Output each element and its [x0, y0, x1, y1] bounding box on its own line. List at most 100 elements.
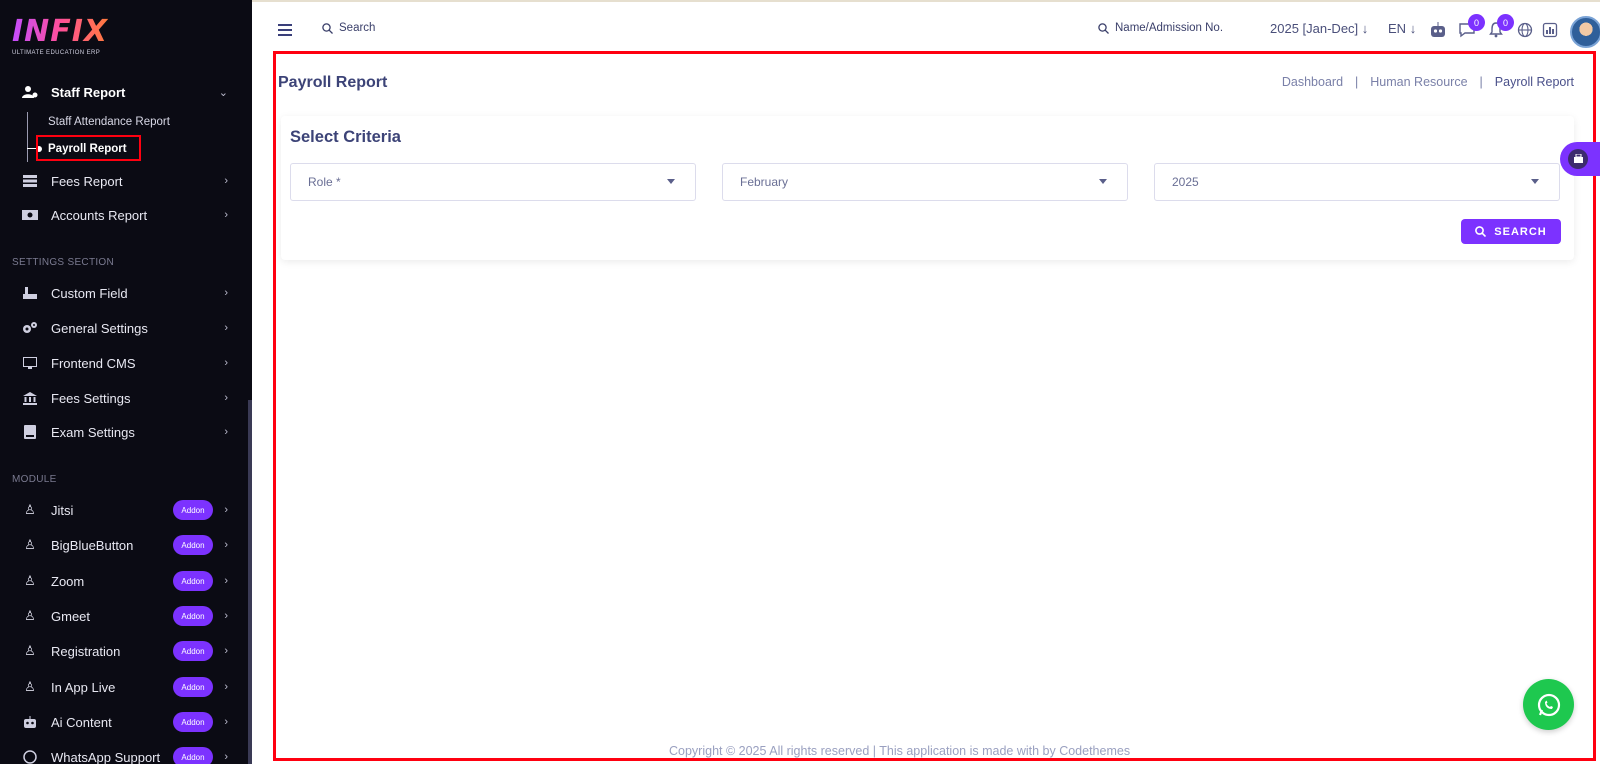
addon-badge: Addon [173, 535, 213, 555]
chevron-right-icon: › [224, 287, 228, 299]
addon-badge: Addon [173, 641, 213, 661]
sidebar-item-label: General Settings [51, 320, 148, 336]
addon-badge: Addon [173, 712, 213, 732]
search-icon [322, 22, 333, 34]
person-icon: ♙ [24, 608, 36, 623]
sidebar-item-fees-settings[interactable]: Fees Settings › [0, 383, 248, 413]
book-icon [22, 424, 38, 440]
chevron-right-icon: › [224, 716, 228, 728]
sidebar-item-frontend-cms[interactable]: Frontend CMS › [0, 348, 248, 378]
caret-down-icon [1099, 179, 1107, 184]
month-select[interactable]: February [722, 163, 1128, 201]
sidebar-item-label: Jitsi [51, 502, 74, 518]
sidebar-subitem-staff-attendance-report[interactable]: Staff Attendance Report [48, 116, 170, 128]
breadcrumb: Dashboard | Human Resource | Payroll Rep… [1282, 75, 1574, 89]
academic-year-value: 2025 [Jan-Dec] [1270, 21, 1359, 36]
person-icon: ♙ [24, 573, 36, 588]
addon-badge: Addon [173, 500, 213, 520]
module-section-title: MODULE [12, 474, 57, 485]
chevron-right-icon: › [224, 392, 228, 404]
sidebar-item-general-settings[interactable]: General Settings › [0, 313, 248, 343]
bank-icon [22, 390, 38, 406]
year-select-value: 2025 [1172, 175, 1199, 189]
robot-icon[interactable] [1428, 20, 1448, 40]
whatsapp-chat-button[interactable] [1523, 679, 1574, 730]
person-icon: ♙ [24, 679, 36, 694]
caret-down-icon [1531, 179, 1539, 184]
chevron-right-icon: › [224, 751, 228, 763]
whatsapp-icon [22, 749, 38, 764]
sidebar-item-label: BigBlueButton [51, 537, 134, 553]
sidebar-item-label: Staff Report [51, 84, 126, 100]
user-avatar[interactable] [1570, 16, 1600, 48]
arrow-down-icon: ↓ [1361, 21, 1369, 36]
sidebar-item-zoom[interactable]: ♙ Zoom Addon › [0, 566, 248, 596]
bell-icon[interactable]: 0 [1486, 14, 1514, 40]
academic-year-select[interactable]: 2025 [Jan-Dec] ↓ [1270, 21, 1368, 36]
chevron-right-icon: › [224, 610, 228, 622]
search-button[interactable]: Search [322, 22, 375, 34]
sidebar-item-custom-field[interactable]: Custom Field › [0, 278, 248, 308]
breadcrumb-human-resource[interactable]: Human Resource [1370, 75, 1467, 89]
sidebar: INFIX ULTIMATE EDUCATION ERP Staff Repor… [0, 0, 252, 764]
chevron-right-icon: › [224, 539, 228, 551]
sidebar-item-exam-settings[interactable]: Exam Settings › [0, 417, 248, 447]
breadcrumb-dashboard[interactable]: Dashboard [1282, 75, 1343, 89]
page-title: Payroll Report [278, 74, 388, 91]
sidebar-item-label: Frontend CMS [51, 355, 136, 371]
sidebar-item-label: Accounts Report [51, 207, 148, 223]
user-cog-icon [22, 84, 38, 100]
sidebar-scrollbar[interactable] [248, 400, 252, 764]
gears-icon [22, 320, 38, 336]
logo-subtitle: ULTIMATE EDUCATION ERP [12, 50, 101, 56]
addon-badge: Addon [173, 677, 213, 697]
globe-icon[interactable] [1515, 20, 1535, 40]
sidebar-subitem-payroll-report[interactable]: Payroll Report [48, 143, 127, 155]
criteria-title: Select Criteria [290, 128, 401, 146]
chat-icon[interactable]: 0 [1457, 14, 1485, 40]
search-icon [1475, 226, 1487, 237]
breadcrumb-separator: | [1479, 75, 1483, 89]
chevron-right-icon: › [224, 426, 228, 438]
year-select[interactable]: 2025 [1154, 163, 1560, 201]
logo-text: INFIX [12, 14, 109, 49]
sidebar-item-label: Gmeet [51, 608, 91, 624]
language-select[interactable]: EN ↓ [1388, 21, 1416, 36]
chevron-down-icon: ⌄ [218, 86, 228, 99]
whatsapp-icon [1537, 693, 1560, 716]
sidebar-item-jitsi[interactable]: ♙ Jitsi Addon › [0, 495, 248, 525]
search-button-criteria[interactable]: SEARCH [1461, 219, 1561, 244]
search-icon [1098, 22, 1109, 34]
addon-badge: Addon [173, 747, 213, 764]
sidebar-item-staff-report[interactable]: Staff Report ⌄ [0, 77, 248, 107]
sidebar-item-in-app-live[interactable]: ♙ In App Live Addon › [0, 672, 248, 702]
sidebar-item-label: WhatsApp Support [51, 749, 161, 764]
sidebar-item-gmeet[interactable]: ♙ Gmeet Addon › [0, 601, 248, 631]
caret-down-icon [667, 179, 675, 184]
chevron-right-icon: › [224, 575, 228, 587]
breadcrumb-separator: | [1355, 75, 1359, 89]
breadcrumb-current: Payroll Report [1494, 75, 1574, 89]
sidebar-item-fees-report[interactable]: Fees Report › [0, 166, 248, 196]
language-value: EN [1388, 21, 1407, 36]
chevron-right-icon: › [224, 322, 228, 334]
brand-logo[interactable]: INFIX ULTIMATE EDUCATION ERP [12, 14, 109, 57]
monitor-icon [22, 355, 38, 371]
sidebar-item-accounts-report[interactable]: Accounts Report › [0, 200, 248, 230]
stack-icon [22, 173, 38, 189]
top-bar: Search Name/Admission No. 2025 [Jan-Dec]… [252, 0, 1600, 56]
student-search-input[interactable]: Name/Admission No. [1098, 22, 1223, 34]
cart-icon [1568, 149, 1588, 169]
floating-cart-button[interactable] [1560, 142, 1600, 176]
chevron-right-icon: › [224, 504, 228, 516]
analytics-icon[interactable] [1540, 20, 1560, 40]
sidebar-item-whatsapp-support[interactable]: WhatsApp Support Addon › [0, 742, 248, 764]
role-select[interactable]: Role * [290, 163, 696, 201]
chevron-right-icon: › [224, 357, 228, 369]
sidebar-item-registration[interactable]: ♙ Registration Addon › [0, 636, 248, 666]
sidebar-item-bigbluebutton[interactable]: ♙ BigBlueButton Addon › [0, 530, 248, 560]
sidebar-item-ai-content[interactable]: Ai Content Addon › [0, 707, 248, 737]
arrow-down-icon: ↓ [1409, 21, 1417, 36]
chevron-right-icon: › [224, 645, 228, 657]
menu-toggle-icon[interactable] [278, 24, 292, 36]
